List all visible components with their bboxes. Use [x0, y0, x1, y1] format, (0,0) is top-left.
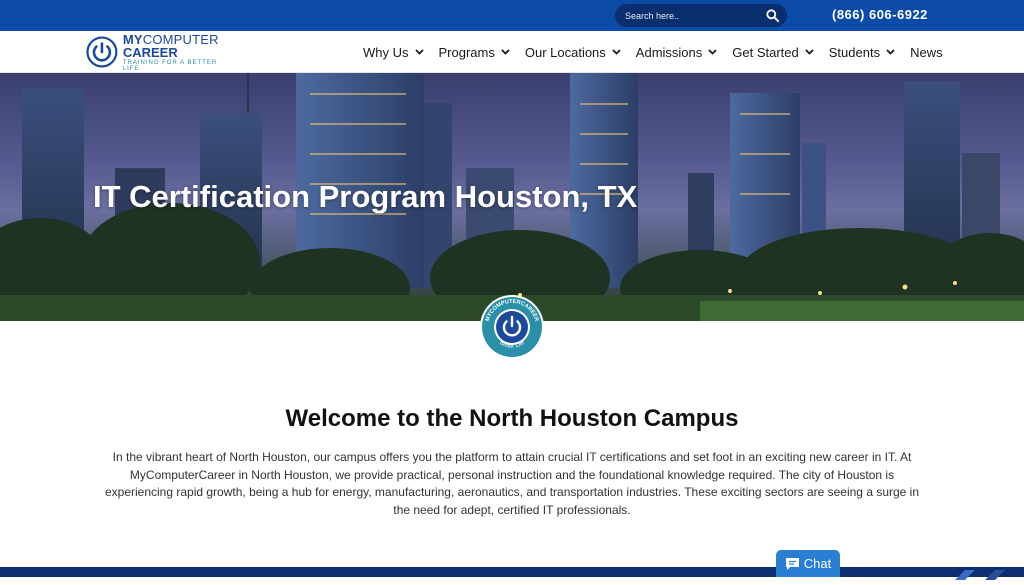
- chevron-down-icon: [805, 49, 814, 55]
- nav-item-label: Admissions: [635, 44, 703, 60]
- nav-item-label: Why Us: [363, 44, 409, 60]
- nav-item-students[interactable]: Students: [829, 45, 895, 60]
- nav-item-label: News: [910, 44, 943, 60]
- primary-nav: Why Us Programs Our Locations Admissions…: [363, 44, 943, 60]
- nav-item-label: Students: [828, 44, 881, 60]
- top-utility-bar: (866) 606-6922: [0, 0, 1024, 31]
- logo-tagline: TRAINING FOR A BETTER LIFE: [122, 59, 218, 72]
- logo-career: CAREER: [122, 44, 178, 60]
- chevron-down-icon: [501, 49, 510, 55]
- nav-item-label: Programs: [438, 44, 495, 60]
- nav-item-programs[interactable]: Programs: [439, 45, 510, 60]
- section-body-text: In the vibrant heart of North Houston, o…: [104, 450, 920, 517]
- nav-item-why-us[interactable]: Why Us: [363, 45, 424, 60]
- bottom-band: [0, 567, 1024, 580]
- power-icon: [86, 36, 118, 68]
- nav-item-label: Our Locations: [524, 44, 606, 60]
- nav-item-admissions[interactable]: Admissions: [636, 45, 717, 60]
- site-logo[interactable]: MYCOMPUTER CAREER TRAINING FOR A BETTER …: [86, 33, 236, 72]
- search-box[interactable]: [615, 4, 787, 27]
- search-input[interactable]: [625, 5, 765, 26]
- band-stripes: [955, 570, 1005, 580]
- chat-button[interactable]: Chat: [776, 550, 840, 577]
- phone-link[interactable]: (866) 606-6922: [832, 7, 928, 22]
- nav-item-get-started[interactable]: Get Started: [732, 44, 814, 60]
- chat-bubble-icon: [785, 557, 799, 570]
- search-icon[interactable]: [765, 9, 779, 23]
- chevron-down-icon: [414, 49, 424, 55]
- chat-label: Chat: [803, 556, 832, 571]
- nav-item-our-locations[interactable]: Our Locations: [525, 45, 621, 60]
- brand-badge: MYCOMPUTERCAREER Better Life: [480, 295, 544, 359]
- hero-banner: IT Certification Program Houston, TX: [0, 73, 1024, 321]
- section-title: Welcome to the North Houston Campus: [285, 405, 739, 432]
- logo-wordmark: MYCOMPUTER CAREER TRAINING FOR A BETTER …: [123, 33, 236, 72]
- nav-item-news[interactable]: News: [910, 45, 943, 60]
- nav-item-label: Get Started: [732, 44, 799, 60]
- chevron-down-icon: [612, 49, 621, 55]
- hero-title: IT Certification Program Houston, TX: [93, 179, 638, 214]
- chevron-down-icon: [886, 49, 895, 55]
- chevron-down-icon: [708, 49, 717, 55]
